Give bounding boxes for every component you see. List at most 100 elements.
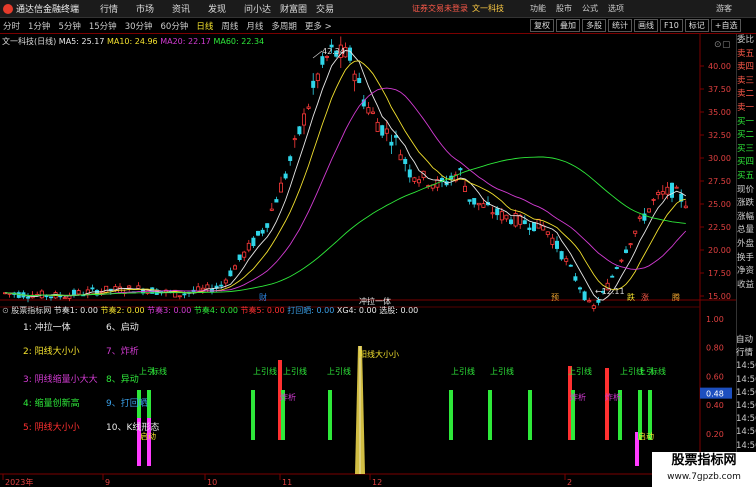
- quote-volume: 总量: [737, 225, 755, 236]
- period-multi[interactable]: 多周期: [271, 20, 297, 32]
- menu-stock[interactable]: 股市: [556, 3, 572, 14]
- f10-button[interactable]: F10: [660, 19, 683, 32]
- signal-bar: [449, 390, 453, 440]
- tick-list: 自动 行情 14:50 14:50 14:50 14:50 14:50 14:5…: [736, 334, 756, 453]
- date-tick-label: 12: [372, 478, 382, 487]
- candle-body: [49, 296, 54, 299]
- candle-body: [591, 305, 596, 309]
- signal-label: 标线: [151, 366, 167, 376]
- event-marker[interactable]: 预: [551, 292, 559, 302]
- candle-body: [495, 208, 500, 216]
- event-marker[interactable]: 财: [259, 292, 267, 302]
- candle-body: [416, 179, 421, 184]
- period-weekly[interactable]: 周线: [221, 20, 238, 32]
- condition-1: 1: 冲拉一体: [23, 323, 71, 333]
- candle-body: [587, 300, 592, 303]
- price-tick-label: 37.50: [708, 85, 731, 94]
- period-15min[interactable]: 15分钟: [89, 20, 117, 32]
- menu-item-wealth[interactable]: 财富圈: [280, 2, 316, 15]
- tick-row: 14:50: [736, 387, 756, 398]
- add-watchlist-button[interactable]: +自选: [710, 19, 742, 32]
- stock-link[interactable]: 文一科技: [472, 4, 504, 13]
- panel-expand-icon[interactable]: ▢: [722, 40, 731, 50]
- event-marker[interactable]: 跌: [627, 292, 635, 302]
- tick-auto[interactable]: 自动: [736, 334, 756, 347]
- indicator-axis: 1.00 0.80 0.60 0.48 0.40 0.20: [700, 315, 732, 439]
- quote-buy3: 买三: [737, 143, 755, 154]
- date-tick-label: 10: [207, 478, 217, 487]
- tick-title: 行情: [736, 348, 754, 359]
- condition-7: 7、炸析: [106, 347, 139, 357]
- signal-label: 阳线大小小: [359, 349, 399, 359]
- menu-function[interactable]: 功能: [530, 3, 546, 14]
- adjust-button[interactable]: 复权: [530, 19, 554, 32]
- mark-button[interactable]: 标记: [684, 19, 709, 32]
- candle-body: [490, 212, 495, 215]
- ma60-label: MA60: 22.34: [213, 37, 265, 46]
- price-tick-label: 25.00: [708, 200, 731, 209]
- menu-item-discover[interactable]: 发现: [208, 2, 244, 15]
- period-1min[interactable]: 1分钟: [28, 20, 50, 32]
- period-60min[interactable]: 60分钟: [161, 20, 189, 32]
- menu-options[interactable]: 选项: [608, 3, 624, 14]
- ma-line: [4, 60, 686, 297]
- panel-close-icon[interactable]: ⊙: [714, 40, 722, 50]
- draw-line-button[interactable]: 画线: [634, 19, 658, 32]
- high-price-label: 42.34: [322, 47, 345, 56]
- indicator-menu-icon[interactable]: ⊙: [2, 306, 9, 315]
- signal-label: 上引线: [327, 366, 351, 376]
- period-5min[interactable]: 5分钟: [58, 20, 80, 32]
- event-marker[interactable]: 腾: [672, 292, 680, 302]
- tick-row: 14:50: [736, 414, 756, 425]
- quote-outer: 外盘: [737, 238, 755, 249]
- ma10-label: MA10: 24.96: [106, 37, 158, 46]
- period-daily[interactable]: 日线: [196, 20, 213, 32]
- candle-body: [352, 73, 357, 82]
- signal-label: 上引线: [451, 366, 475, 376]
- date-tick-label: 11: [282, 478, 292, 487]
- login-notice[interactable]: 证券交易未登录 文一科技: [412, 3, 504, 14]
- signal-bar: [328, 390, 332, 440]
- quote-sell3: 卖三: [737, 75, 755, 86]
- period-more[interactable]: 更多 >: [305, 20, 332, 32]
- price-tick-label: 27.50: [708, 177, 731, 186]
- watermark-url: www.7gpzb.com: [667, 472, 741, 482]
- candle-body: [136, 285, 141, 289]
- event-marker[interactable]: 涨: [641, 292, 649, 302]
- menu-item-news[interactable]: 资讯: [172, 2, 208, 15]
- candle-body: [200, 287, 205, 291]
- period-intraday[interactable]: 分时: [3, 20, 20, 32]
- candle-body: [637, 216, 642, 219]
- menu-item-trade[interactable]: 交易: [316, 2, 352, 15]
- indicator-tick-label: 1.00: [706, 315, 724, 324]
- indicator-name[interactable]: 股票指标网: [11, 306, 51, 315]
- tick-row: 14:50: [736, 427, 756, 438]
- candle-body: [619, 259, 624, 262]
- candle-body: [670, 182, 675, 198]
- stock-title: 文一科技(日线): [2, 37, 57, 46]
- overlay-button[interactable]: 叠加: [556, 19, 580, 32]
- candle-body: [311, 80, 316, 88]
- period-monthly[interactable]: 月线: [246, 20, 263, 32]
- period-30min[interactable]: 30分钟: [125, 20, 153, 32]
- multi-stock-button[interactable]: 多股: [582, 19, 606, 32]
- stats-button[interactable]: 统计: [608, 19, 632, 32]
- tick-row: 14:50: [736, 361, 756, 372]
- quote-sell5: 卖五: [737, 48, 755, 59]
- menu-formula[interactable]: 公式: [582, 3, 598, 14]
- candle-body: [255, 230, 260, 236]
- signal-label: 标线: [650, 366, 666, 376]
- moving-averages: [4, 50, 687, 301]
- price-tick-label: 35.00: [708, 108, 731, 117]
- menu-item-market[interactable]: 市场: [136, 2, 172, 15]
- ind-rhythm1: 节奏1: 0.00: [53, 306, 98, 315]
- ma-line: [4, 50, 687, 301]
- candle-body: [532, 222, 537, 232]
- candle-body: [301, 113, 306, 126]
- menu-item-quotes[interactable]: 行情: [100, 2, 136, 15]
- candle-body: [633, 230, 638, 234]
- guest-label[interactable]: 游客: [716, 3, 732, 14]
- candle-body: [25, 296, 30, 299]
- condition-2: 2: 阳线大小小: [23, 347, 80, 357]
- menu-item-ask[interactable]: 问小达: [244, 2, 280, 15]
